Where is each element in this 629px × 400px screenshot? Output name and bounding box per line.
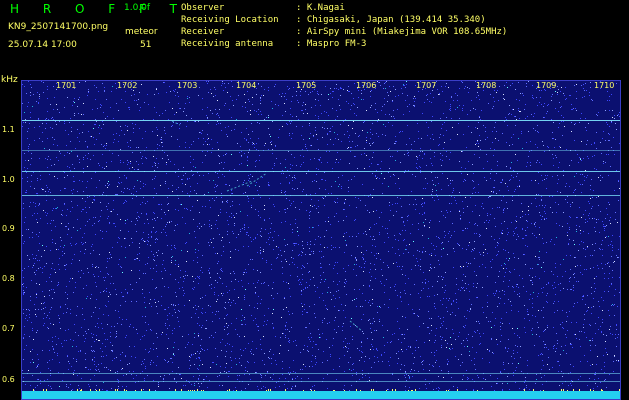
carrier-line bbox=[22, 381, 620, 382]
x-tick-label: 1703 bbox=[177, 81, 198, 90]
carrier-line bbox=[22, 195, 620, 196]
y-tick-label: 0.6 bbox=[2, 375, 15, 384]
info-key-receiver: Receiver bbox=[181, 27, 225, 37]
carrier-line bbox=[22, 150, 620, 151]
info-key-antenna: Receiving antenna bbox=[181, 39, 274, 49]
info-value-antenna: : Maspro FM-3 bbox=[296, 39, 367, 49]
x-tick-label: 1706 bbox=[356, 81, 377, 90]
info-value-observer: : K.Nagai bbox=[296, 3, 345, 13]
meteor-label: meteor bbox=[125, 27, 158, 37]
info-key-observer: Observer bbox=[181, 3, 225, 13]
timestamp-label: 25.07.14 17:00 bbox=[8, 40, 77, 50]
spectrogram-plot bbox=[21, 80, 621, 400]
x-tick-label: 1710 bbox=[594, 81, 615, 90]
y-tick-label: 1.1 bbox=[2, 125, 15, 134]
spectrogram-noise bbox=[22, 81, 620, 397]
info-value-location: : Chigasaki, Japan (139.414 35.340) bbox=[296, 15, 486, 25]
x-tick-label: 1704 bbox=[236, 81, 257, 90]
version-label: 1.0.0f bbox=[124, 3, 151, 13]
info-key-location: Receiving Location bbox=[181, 15, 279, 25]
app-logo: H R O F F T bbox=[10, 2, 188, 16]
frequency-unit-label: kHz bbox=[1, 75, 18, 85]
x-tick-label: 1709 bbox=[536, 81, 557, 90]
carrier-line bbox=[22, 373, 620, 374]
y-tick-label: 0.7 bbox=[2, 324, 15, 333]
noise-floor-band bbox=[22, 391, 620, 399]
x-tick-label: 1705 bbox=[296, 81, 317, 90]
x-tick-label: 1701 bbox=[56, 81, 77, 90]
meteor-count: 51 bbox=[140, 40, 152, 50]
filename-label: KN9_2507141700.png bbox=[8, 22, 109, 32]
x-tick-label: 1707 bbox=[416, 81, 437, 90]
x-tick-label: 1708 bbox=[476, 81, 497, 90]
y-tick-label: 0.9 bbox=[2, 224, 15, 233]
hrofft-window: H R O F F T 1.0.0f KN9_2507141700.png 25… bbox=[0, 0, 629, 400]
x-tick-label: 1702 bbox=[117, 81, 138, 90]
y-tick-label: 0.8 bbox=[2, 274, 15, 283]
carrier-line bbox=[22, 171, 620, 172]
info-value-receiver: : AirSpy mini (Miakejima VOR 108.65MHz) bbox=[296, 27, 508, 37]
carrier-line bbox=[22, 120, 620, 121]
y-tick-label: 1.0 bbox=[2, 175, 15, 184]
